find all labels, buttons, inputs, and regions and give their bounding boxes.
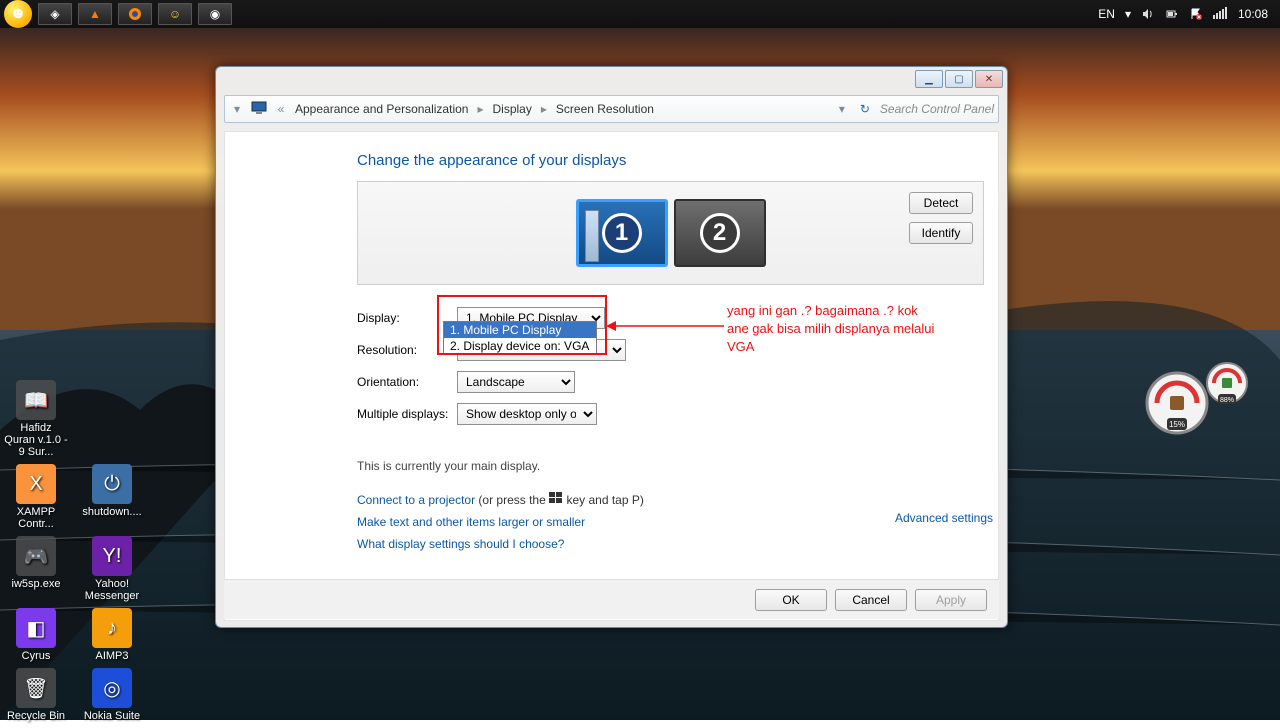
text-size-link[interactable]: Make text and other items larger or smal… bbox=[357, 515, 585, 529]
breadcrumb-prefix-icon: « bbox=[273, 102, 289, 116]
desktop-icon-shutdown[interactable]: ⏻shutdown.... bbox=[80, 464, 144, 530]
nav-back-icon[interactable]: ▾ bbox=[229, 102, 245, 116]
resolution-label: Resolution: bbox=[357, 343, 457, 357]
taskbar: ☻ ◈ ▲ ☺ ◉ EN ▾ 10:08 bbox=[0, 0, 1280, 28]
action-flag-icon[interactable] bbox=[1189, 7, 1203, 21]
projector-hint-pre: (or press the bbox=[478, 493, 549, 507]
identify-button[interactable]: Identify bbox=[909, 222, 973, 244]
display-preview: 1 2 Detect Identify bbox=[357, 181, 984, 285]
ok-button[interactable]: OK bbox=[755, 589, 827, 611]
apply-button[interactable]: Apply bbox=[915, 589, 987, 611]
display-option-1[interactable]: 1. Mobile PC Display bbox=[444, 322, 596, 338]
taskbar-app-1[interactable]: ◈ bbox=[38, 3, 72, 25]
multiple-displays-dropdown[interactable]: Show desktop only on 1 bbox=[457, 403, 597, 425]
desktop-icon-cyrus[interactable]: ◧Cyrus bbox=[4, 608, 68, 662]
connect-projector-link[interactable]: Connect to a projector bbox=[357, 493, 475, 507]
taskbar-app-messenger[interactable]: ☺ bbox=[158, 3, 192, 25]
desktop-icon-iw5sp[interactable]: 🎮iw5sp.exe bbox=[4, 536, 68, 602]
monitor-1[interactable]: 1 bbox=[576, 199, 668, 267]
multiple-displays-label: Multiple displays: bbox=[357, 407, 457, 421]
clock[interactable]: 10:08 bbox=[1238, 7, 1268, 21]
maximize-button[interactable]: ▢ bbox=[945, 70, 973, 88]
battery-icon[interactable] bbox=[1165, 7, 1179, 21]
breadcrumb-appearance[interactable]: Appearance and Personalization bbox=[295, 102, 468, 116]
display-dropdown-popup[interactable]: 1. Mobile PC Display 2. Display device o… bbox=[443, 321, 597, 355]
svg-text:88%: 88% bbox=[1220, 397, 1234, 404]
what-settings-link[interactable]: What display settings should I choose? bbox=[357, 537, 564, 551]
desktop-icon-aimp3[interactable]: ♪AIMP3 bbox=[80, 608, 144, 662]
cpu-meter-gadget[interactable]: 15% 88% bbox=[1142, 358, 1252, 441]
start-orb-smiley-icon[interactable]: ☻ bbox=[4, 0, 32, 28]
desktop-icon-yahoo[interactable]: Y!Yahoo! Messenger bbox=[80, 536, 144, 602]
orientation-dropdown[interactable]: Landscape bbox=[457, 371, 575, 393]
taskbar-app-camera[interactable]: ◉ bbox=[198, 3, 232, 25]
projector-hint-post: key and tap P) bbox=[566, 493, 643, 507]
search-input[interactable]: Search Control Panel bbox=[880, 102, 994, 116]
button-bar: OK Cancel Apply bbox=[224, 579, 999, 619]
help-links: Connect to a projector (or press the key… bbox=[357, 489, 984, 555]
chevron-right-icon: ▸ bbox=[474, 102, 486, 116]
content-pane: Change the appearance of your displays 1… bbox=[224, 131, 999, 621]
desktop-icon-grid: 📖Hafidz Quran v.1.0 - 9 Sur... XXAMPP Co… bbox=[4, 380, 154, 728]
taskbar-app-firefox[interactable] bbox=[118, 3, 152, 25]
chevron-right-icon: ▸ bbox=[538, 102, 550, 116]
language-indicator[interactable]: EN bbox=[1098, 7, 1115, 21]
display-option-2[interactable]: 2. Display device on: VGA bbox=[444, 338, 596, 354]
desktop-icon-nokiasuite[interactable]: ◎Nokia Suite bbox=[80, 668, 144, 722]
screen-resolution-window: ▁ ▢ ✕ ▾ « Appearance and Personalization… bbox=[215, 66, 1008, 628]
main-display-note: This is currently your main display. bbox=[357, 459, 984, 473]
detect-button[interactable]: Detect bbox=[909, 192, 973, 214]
breadcrumb-display[interactable]: Display bbox=[493, 102, 532, 116]
address-bar[interactable]: ▾ « Appearance and Personalization ▸ Dis… bbox=[224, 95, 999, 123]
signal-bars-icon[interactable] bbox=[1213, 7, 1228, 22]
window-titlebar[interactable]: ▁ ▢ ✕ bbox=[216, 67, 1007, 95]
svg-text:15%: 15% bbox=[1169, 420, 1185, 429]
desktop-icon-xampp[interactable]: XXAMPP Contr... bbox=[4, 464, 68, 530]
cancel-button[interactable]: Cancel bbox=[835, 589, 907, 611]
address-dropdown-icon[interactable]: ▾ bbox=[834, 102, 850, 116]
refresh-icon[interactable]: ↻ bbox=[860, 102, 870, 116]
taskbar-app-vlc[interactable]: ▲ bbox=[78, 3, 112, 25]
display-label: Display: bbox=[357, 311, 457, 325]
language-dropdown-icon[interactable]: ▾ bbox=[1125, 7, 1131, 21]
page-heading: Change the appearance of your displays bbox=[357, 152, 984, 169]
monitor-2[interactable]: 2 bbox=[674, 199, 766, 267]
close-button[interactable]: ✕ bbox=[975, 70, 1003, 88]
desktop-icon-recyclebin[interactable]: 🗑Recycle Bin bbox=[4, 668, 68, 722]
orientation-label: Orientation: bbox=[357, 375, 457, 389]
desktop-icon-hafidz[interactable]: 📖Hafidz Quran v.1.0 - 9 Sur... bbox=[4, 380, 68, 458]
windows-key-icon bbox=[549, 493, 566, 507]
advanced-settings-link[interactable]: Advanced settings bbox=[895, 511, 993, 525]
minimize-button[interactable]: ▁ bbox=[915, 70, 943, 88]
volume-icon[interactable] bbox=[1141, 7, 1155, 21]
breadcrumb-screenres[interactable]: Screen Resolution bbox=[556, 102, 654, 116]
monitor-icon bbox=[251, 101, 267, 118]
